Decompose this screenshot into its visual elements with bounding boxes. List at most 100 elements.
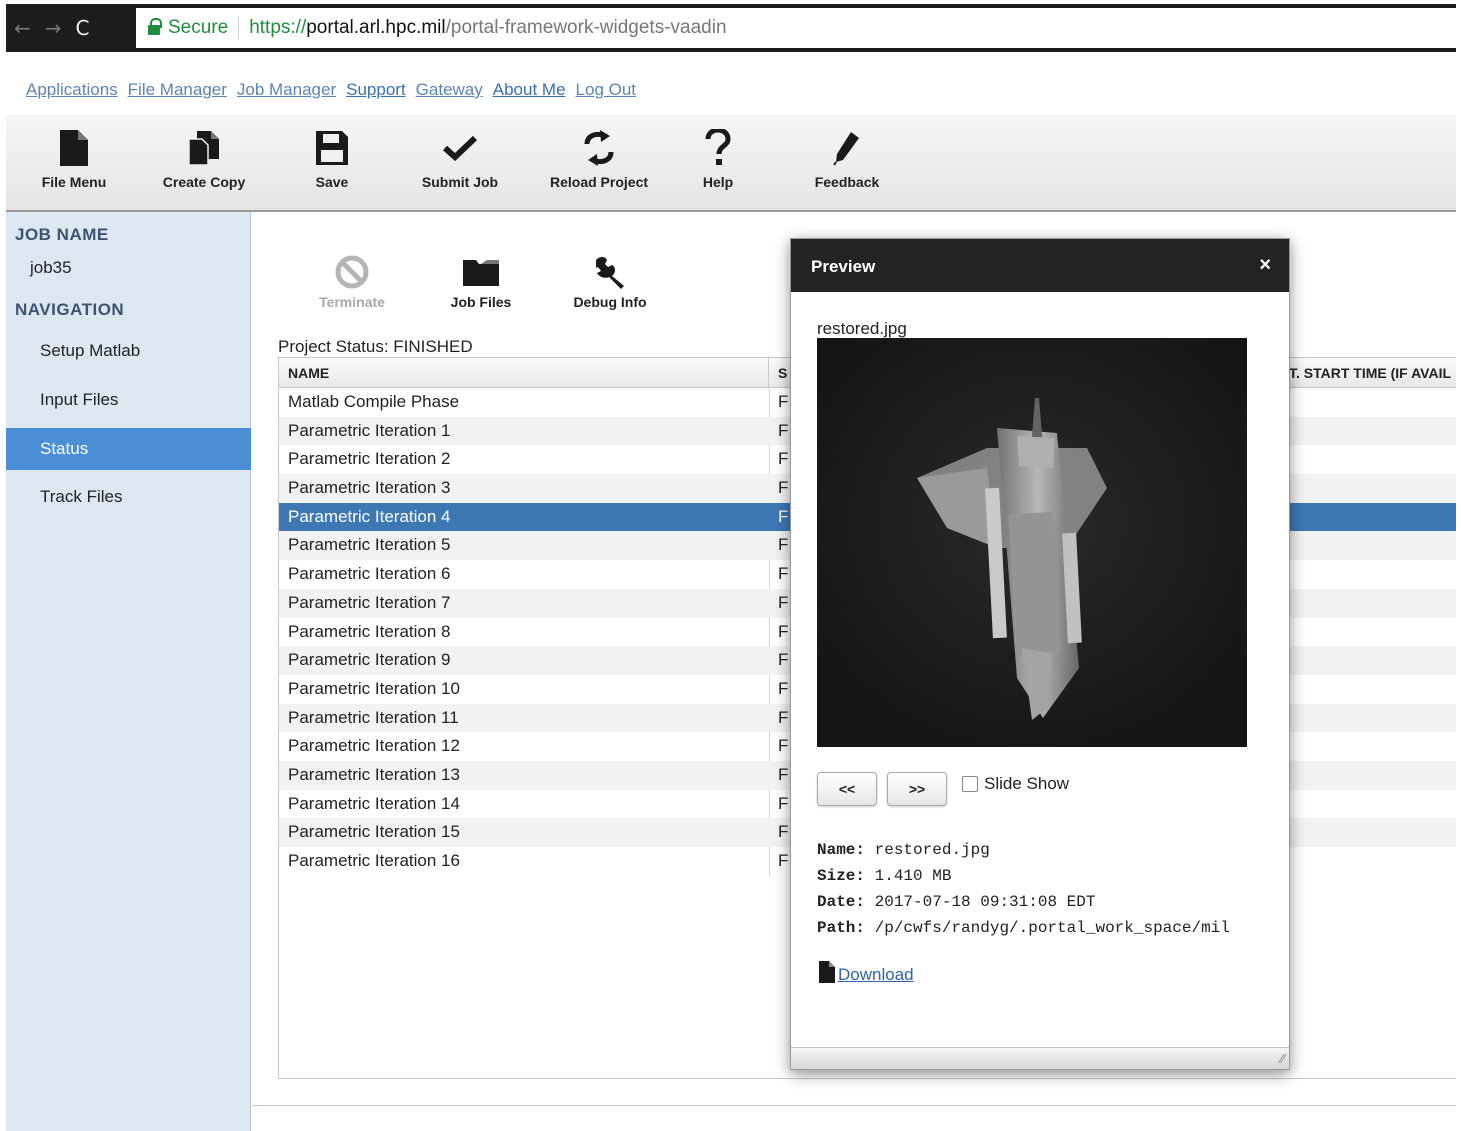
footer-divider (252, 1105, 1456, 1106)
save-icon (272, 128, 392, 168)
help-label: Help (702, 174, 734, 190)
row-name: Parametric Iteration 10 (288, 678, 460, 698)
slideshow-label[interactable]: Slide Show (984, 774, 1069, 794)
info-size-line: Size: 1.410 MB (817, 863, 1230, 889)
row-status: F (778, 392, 789, 411)
row-name: Parametric Iteration 14 (288, 793, 460, 813)
row-name: Parametric Iteration 11 (288, 707, 459, 727)
save-label: Save (315, 174, 349, 190)
preview-filename: restored.jpg (817, 319, 907, 338)
row-status: F (778, 678, 789, 698)
secure-indicator[interactable]: Secure (148, 17, 228, 39)
debug-info-label: Debug Info (573, 294, 647, 310)
terminate-label: Terminate (319, 294, 385, 310)
sidebar-item-input-files[interactable]: Input Files (6, 379, 251, 421)
preview-title: Preview (811, 257, 876, 276)
lock-icon (148, 18, 162, 35)
info-size-label: Size: (817, 867, 866, 885)
help-button[interactable]: Help (658, 128, 778, 190)
row-status: F (778, 592, 789, 612)
link-about-me[interactable]: About Me (493, 80, 566, 100)
info-name-line: Name: restored.jpg (817, 837, 1230, 863)
terminate-button[interactable]: Terminate (297, 254, 407, 310)
feedback-button[interactable]: Feedback (787, 128, 907, 190)
secure-label: Secure (168, 17, 229, 38)
job-name-heading: JOB NAME (15, 225, 109, 244)
link-file-manager[interactable]: File Manager (128, 80, 227, 100)
link-gateway[interactable]: Gateway (416, 80, 483, 100)
file-info: Name: restored.jpg Size: 1.410 MB Date: 20… (817, 837, 1230, 941)
row-name: Parametric Iteration 4 (288, 506, 451, 526)
link-support[interactable]: Support (346, 80, 406, 100)
navigation-heading: NAVIGATION (15, 300, 125, 319)
forward-icon[interactable]: → (45, 16, 62, 40)
create-copy-button[interactable]: Create Copy (144, 128, 264, 190)
back-icon[interactable]: ← (14, 16, 31, 40)
prohibited-icon (297, 254, 407, 290)
link-job-manager[interactable]: Job Manager (237, 80, 336, 100)
download-link-row: Download (819, 961, 914, 988)
file-icon (819, 961, 835, 988)
checkmark-icon (400, 128, 520, 168)
refresh-icon (539, 128, 659, 168)
project-status: Project Status: FINISHED (278, 337, 473, 356)
copy-icon (144, 128, 264, 168)
row-status: F (778, 420, 789, 440)
row-status: F (778, 449, 789, 469)
sidebar-item-setup-matlab[interactable]: Setup Matlab (6, 330, 251, 372)
resize-grip-icon[interactable]: ⁄⁄ (1281, 1051, 1285, 1066)
info-path-label: Path: (817, 919, 866, 937)
wrench-icon (555, 254, 665, 290)
info-date-label: Date: (817, 893, 866, 911)
row-name: Matlab Compile Phase (288, 392, 460, 411)
slideshow-checkbox[interactable] (962, 776, 978, 792)
address-bar[interactable]: Secure https:// portal.arl.hpc.mil /port… (136, 8, 1456, 48)
preview-header[interactable]: Preview × (791, 239, 1289, 292)
row-status: F (778, 851, 789, 870)
row-status: F (778, 736, 789, 756)
row-name: Parametric Iteration 3 (288, 478, 451, 498)
job-files-label: Job Files (450, 294, 512, 310)
top-nav-links: Applications File Manager Job Manager Su… (26, 80, 636, 100)
info-path-line: Path: /p/cwfs/randyg/.portal_work_space/… (817, 915, 1230, 941)
file-icon (14, 128, 134, 168)
row-name: Parametric Iteration 7 (288, 592, 451, 612)
feedback-label: Feedback (814, 174, 880, 190)
row-status: F (778, 793, 789, 813)
row-name: Parametric Iteration 9 (288, 650, 451, 670)
help-icon (658, 128, 778, 168)
previous-button[interactable]: << (817, 772, 877, 806)
url-host: portal.arl.hpc.mil (306, 17, 446, 38)
sidebar-item-track-files[interactable]: Track Files (6, 476, 251, 518)
row-status: F (778, 707, 789, 727)
create-copy-label: Create Copy (162, 174, 246, 190)
sidebar-item-status[interactable]: Status (6, 428, 251, 470)
column-header-name[interactable]: NAME (279, 358, 769, 388)
close-icon[interactable]: × (1259, 254, 1271, 277)
debug-info-button[interactable]: Debug Info (555, 254, 665, 310)
file-menu-button[interactable]: File Menu (14, 128, 134, 190)
link-applications[interactable]: Applications (26, 80, 118, 100)
main-toolbar: File Menu Create Copy Save Submit Job Re… (6, 114, 1456, 212)
url-scheme: https:// (249, 17, 307, 38)
row-status: F (778, 478, 789, 498)
next-button[interactable]: >> (887, 772, 947, 806)
preview-window[interactable]: Preview × restored.jpg << >> Slide Show … (790, 238, 1290, 1070)
link-log-out[interactable]: Log Out (576, 80, 637, 100)
column-header-start-time[interactable]: T. START TIME (IF AVAIL (1279, 358, 1456, 388)
row-name: Parametric Iteration 8 (288, 621, 451, 641)
pencil-icon (787, 128, 907, 168)
save-button[interactable]: Save (272, 128, 392, 190)
submit-job-button[interactable]: Submit Job (400, 128, 520, 190)
row-status: F (778, 564, 789, 584)
job-files-button[interactable]: Job Files (426, 254, 536, 310)
browser-nav: ← → C (14, 14, 90, 42)
row-status: F (778, 822, 789, 842)
reload-project-button[interactable]: Reload Project (539, 128, 659, 190)
info-name-label: Name: (817, 841, 866, 859)
file-menu-label: File Menu (41, 174, 107, 190)
browser-bar: ← → C Secure https:// portal.arl.hpc.mil… (6, 4, 1456, 52)
row-name: Parametric Iteration 13 (288, 764, 460, 784)
download-link[interactable]: Download (838, 965, 914, 985)
reload-icon[interactable]: C (76, 16, 90, 40)
